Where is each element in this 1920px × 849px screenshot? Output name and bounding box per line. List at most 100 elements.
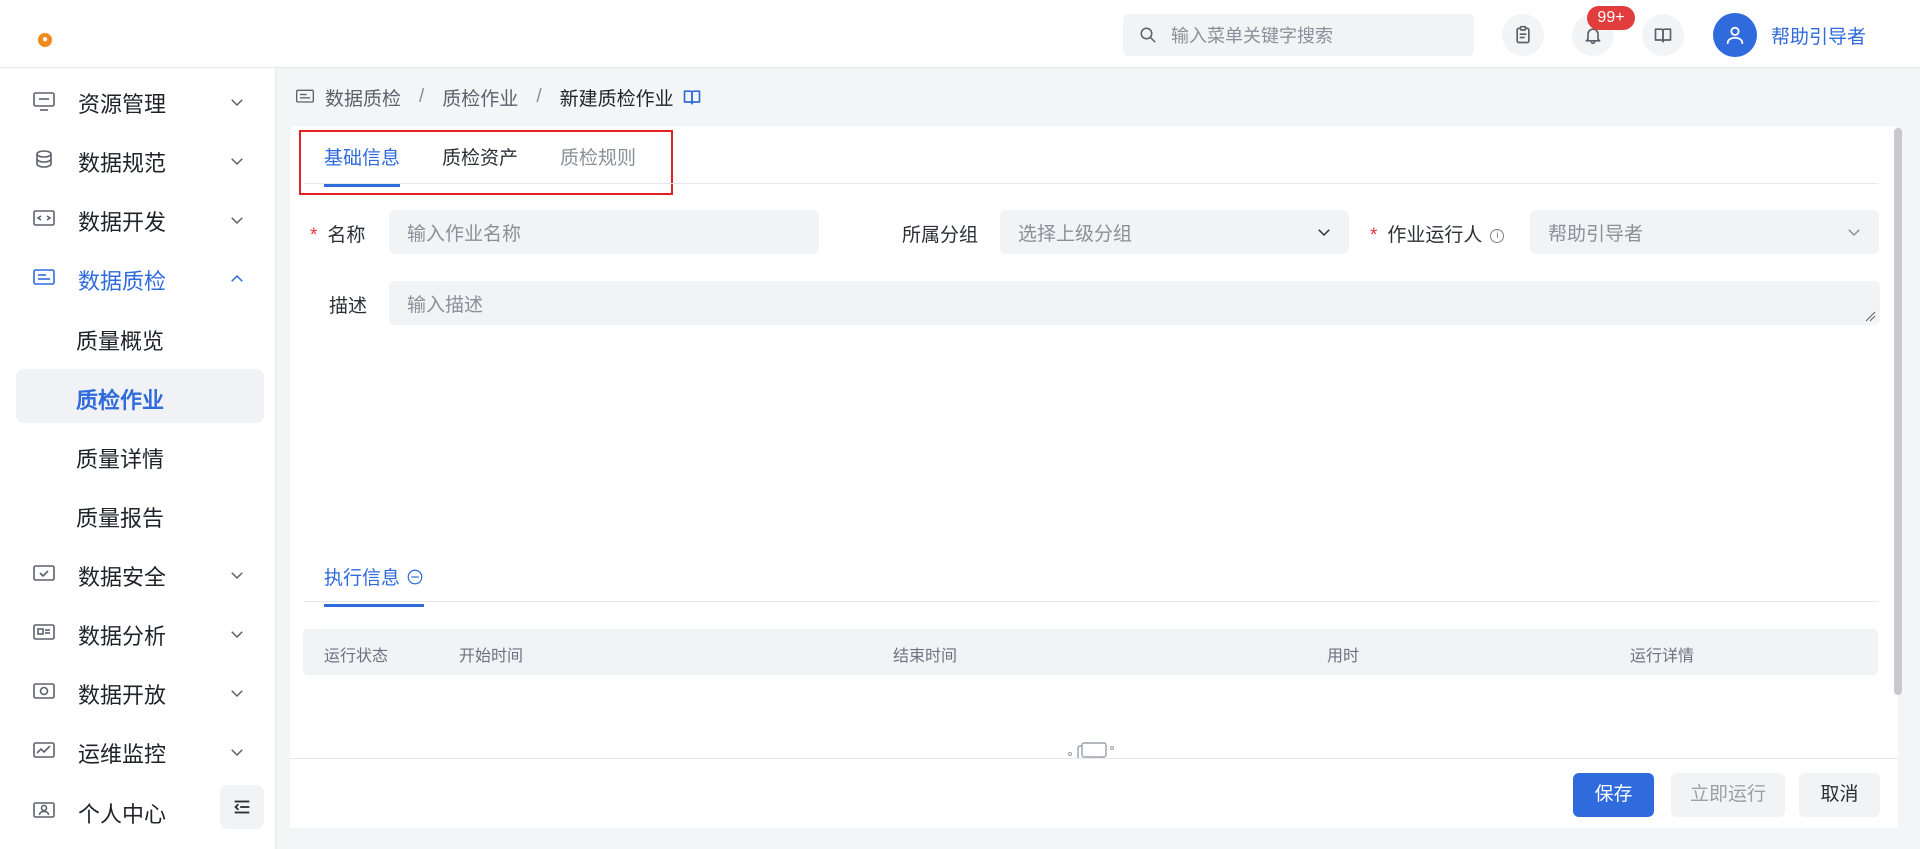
sidebar-item-label: 数据质检 bbox=[78, 269, 167, 294]
column-header: 用时 bbox=[1327, 648, 1360, 665]
collapse-icon bbox=[234, 800, 250, 814]
sidebar: 资源管理 数据规范 数据开发 数据质检 质量概览 质检作业 质量详情 质量报告 … bbox=[0, 68, 276, 849]
column-header: 运行详情 bbox=[1630, 648, 1695, 665]
name-input-placeholder: 输入作业名称 bbox=[407, 223, 522, 245]
analysis-icon bbox=[33, 624, 55, 640]
open-data-icon bbox=[33, 683, 55, 699]
search-icon bbox=[1140, 27, 1156, 43]
sidebar-item-open[interactable]: 数据开放 bbox=[16, 666, 264, 718]
chevron-down-icon bbox=[231, 572, 243, 580]
monitor-icon bbox=[33, 92, 55, 111]
column-header: 结束时间 bbox=[893, 648, 958, 665]
tab-quality-assets[interactable]: 质检资产 bbox=[442, 143, 518, 187]
sidebar-subitem-label: 质量详情 bbox=[76, 447, 165, 472]
quality-check-icon bbox=[33, 269, 55, 285]
search-placeholder: 输入菜单关键字搜索 bbox=[1171, 26, 1333, 46]
sidebar-subitem-overview[interactable]: 质量概览 bbox=[16, 310, 264, 364]
tab-basic-info[interactable]: 基础信息 bbox=[324, 143, 401, 187]
sidebar-item-dev[interactable]: 数据开发 bbox=[16, 193, 264, 245]
sidebar-item-monitor[interactable]: 运维监控 bbox=[16, 725, 264, 777]
main-scrollbar[interactable] bbox=[1894, 128, 1902, 695]
tabs-divider bbox=[304, 183, 1878, 184]
sidebar-item-label: 个人中心 bbox=[78, 802, 167, 827]
sidebar-item-label: 数据规范 bbox=[78, 151, 167, 176]
book-icon bbox=[1654, 28, 1672, 43]
docs-button[interactable] bbox=[1642, 14, 1684, 56]
exec-info-label: 执行信息 bbox=[324, 568, 401, 589]
resize-handle-icon[interactable] bbox=[1864, 310, 1876, 322]
collapse-circle-icon[interactable] bbox=[406, 568, 424, 586]
sidebar-item-spec[interactable]: 数据规范 bbox=[16, 134, 264, 186]
profile-icon bbox=[33, 802, 55, 818]
sidebar-item-security[interactable]: 数据安全 bbox=[16, 548, 264, 600]
notification-badge: 99+ bbox=[1587, 6, 1635, 30]
sidebar-item-analysis[interactable]: 数据分析 bbox=[16, 607, 264, 659]
exec-divider bbox=[304, 601, 1878, 602]
chevron-down-icon bbox=[1318, 229, 1330, 237]
menu-search-input[interactable]: 输入菜单关键字搜索 bbox=[1123, 14, 1474, 56]
runner-label-text: 作业运行人 bbox=[1387, 225, 1483, 246]
chevron-down-icon bbox=[231, 631, 243, 639]
group-label: 所属分组 bbox=[902, 225, 979, 246]
sidebar-item-resource[interactable]: 资源管理 bbox=[16, 75, 264, 127]
sidebar-item-label: 资源管理 bbox=[78, 92, 167, 117]
code-icon bbox=[33, 210, 55, 226]
save-button[interactable]: 保存 bbox=[1573, 773, 1654, 817]
clipboard-icon bbox=[1516, 25, 1530, 44]
sidebar-subitem-label: 质量报告 bbox=[76, 506, 165, 531]
required-mark: * bbox=[1370, 225, 1378, 246]
empty-state-icon bbox=[1068, 742, 1114, 760]
sidebar-subitem-report[interactable]: 质量报告 bbox=[16, 487, 264, 541]
sidebar-item-quality[interactable]: 数据质检 bbox=[16, 252, 264, 304]
breadcrumb-module-icon bbox=[296, 89, 314, 103]
sidebar-item-personal[interactable]: 个人中心 bbox=[16, 785, 206, 837]
collapse-sidebar-button[interactable] bbox=[220, 785, 264, 829]
tab-quality-rules[interactable]: 质检规则 bbox=[560, 143, 636, 187]
chevron-down-icon bbox=[231, 690, 243, 698]
chevron-down-icon bbox=[231, 749, 243, 757]
user-icon bbox=[1726, 26, 1744, 45]
sidebar-subitem-label: 质量概览 bbox=[76, 329, 165, 354]
desc-placeholder: 输入描述 bbox=[407, 294, 484, 316]
sidebar-subitem-label: 质检作业 bbox=[76, 388, 165, 413]
app-root: ● 输入菜单关键字搜索 99+ 帮助引导者 资源管理 数据规范 数据开发 数据质… bbox=[0, 0, 1920, 849]
username[interactable]: 帮助引导者 bbox=[1771, 22, 1866, 49]
name-label: * 名称 bbox=[310, 220, 365, 247]
column-header: 运行状态 bbox=[324, 648, 389, 665]
chevron-up-icon bbox=[231, 274, 243, 282]
runner-select[interactable]: 帮助引导者 bbox=[1530, 210, 1879, 254]
desc-textarea[interactable]: 输入描述 bbox=[389, 281, 1880, 325]
group-select[interactable]: 选择上级分组 bbox=[1000, 210, 1349, 254]
info-icon[interactable]: i bbox=[1490, 228, 1505, 243]
group-select-placeholder: 选择上级分组 bbox=[1018, 223, 1133, 245]
sidebar-subitem-details[interactable]: 质量详情 bbox=[16, 428, 264, 482]
sidebar-subitem-jobs[interactable]: 质检作业 bbox=[16, 369, 264, 423]
sidebar-item-label: 数据分析 bbox=[78, 624, 167, 649]
chevron-down-icon bbox=[231, 99, 243, 107]
cancel-button[interactable]: 取消 bbox=[1799, 773, 1880, 817]
footer-bar bbox=[290, 758, 1898, 828]
runner-label: * 作业运行人 i bbox=[1370, 220, 1505, 247]
top-bar: ● 输入菜单关键字搜索 99+ 帮助引导者 bbox=[0, 0, 1920, 68]
app-logo[interactable]: ● bbox=[38, 33, 52, 47]
avatar[interactable] bbox=[1713, 13, 1757, 57]
clipboard-button[interactable] bbox=[1502, 14, 1544, 56]
help-book-icon[interactable] bbox=[682, 87, 702, 107]
sidebar-item-label: 数据开放 bbox=[78, 683, 167, 708]
breadcrumb-item[interactable]: 数据质检 bbox=[325, 84, 401, 111]
name-input[interactable]: 输入作业名称 bbox=[389, 210, 819, 254]
chevron-down-icon bbox=[231, 158, 243, 166]
security-check-icon bbox=[33, 565, 55, 581]
breadcrumb-item[interactable]: 质检作业 bbox=[442, 84, 518, 111]
breadcrumb-separator: / bbox=[419, 86, 425, 107]
run-now-button[interactable]: 立即运行 bbox=[1671, 773, 1785, 817]
tab-bar: 基础信息 质检资产 质检规则 bbox=[324, 143, 636, 187]
sidebar-item-label: 数据安全 bbox=[78, 565, 167, 590]
required-mark: * bbox=[310, 225, 318, 246]
exec-table-header: 运行状态 开始时间 结束时间 用时 运行详情 bbox=[303, 629, 1878, 675]
monitor-chart-icon bbox=[33, 742, 55, 758]
breadcrumb-current: 新建质检作业 bbox=[559, 88, 674, 110]
database-icon bbox=[36, 150, 52, 168]
breadcrumb: 数据质检 / 质检作业 / 新建质检作业 bbox=[295, 82, 702, 112]
column-header: 开始时间 bbox=[459, 648, 524, 665]
